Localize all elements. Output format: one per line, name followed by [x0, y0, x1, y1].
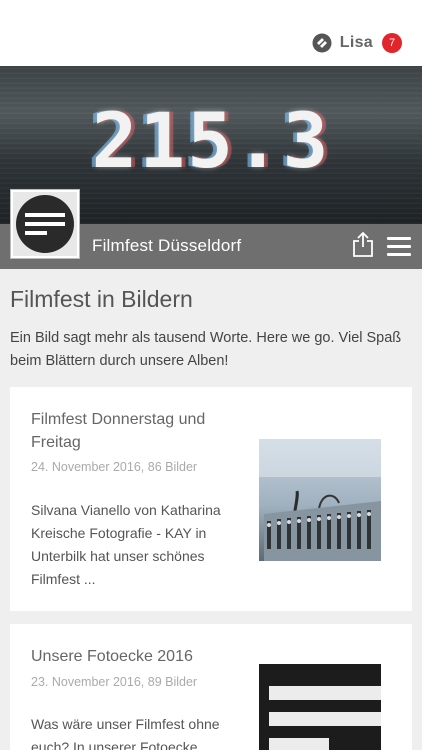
- menu-icon[interactable]: [387, 237, 411, 256]
- page-intro: Ein Bild sagt mehr als tausend Worte. He…: [10, 330, 402, 369]
- album-thumbnail[interactable]: [259, 439, 381, 561]
- album-card[interactable]: Unsere Fotoecke 2016 23. November 2016, …: [10, 624, 412, 750]
- user-name: Lisa: [339, 34, 373, 51]
- app-logo-icon: [312, 33, 332, 53]
- notification-badge[interactable]: 7: [382, 33, 402, 53]
- organization-name[interactable]: Filmfest Düsseldorf: [92, 236, 241, 256]
- album-title[interactable]: Unsere Fotoecke 2016: [31, 645, 231, 668]
- page-title: Filmfest in Bildern: [10, 286, 193, 312]
- filmfest-logo-icon: [16, 195, 74, 253]
- album-description: Silvana Vianello von Katharina Kreische …: [31, 502, 221, 587]
- top-bar: Lisa 7: [0, 0, 422, 66]
- album-meta: 24. November 2016, 86 Bilder: [31, 460, 198, 474]
- profile-logo-inner: [13, 192, 77, 256]
- share-icon[interactable]: [351, 231, 375, 257]
- album-thumbnail[interactable]: [259, 664, 381, 750]
- mixing-console-image: [259, 439, 381, 561]
- album-description: Was wäre unser Filmfest ohne euch? In un…: [31, 716, 220, 750]
- menu-icon-line: [387, 245, 411, 248]
- profile-logo[interactable]: [10, 189, 80, 259]
- menu-icon-line: [387, 253, 411, 256]
- album-meta: 23. November 2016, 89 Bilder: [31, 675, 198, 689]
- menu-icon-line: [387, 237, 411, 240]
- album-title[interactable]: Filmfest Donnerstag und Freitag: [31, 408, 231, 454]
- album-card[interactable]: Filmfest Donnerstag und Freitag 24. Nove…: [10, 387, 412, 611]
- photo-corner-image: [259, 664, 381, 750]
- cover-image-text: 215.3: [91, 96, 331, 185]
- user-menu[interactable]: Lisa 7: [312, 33, 402, 53]
